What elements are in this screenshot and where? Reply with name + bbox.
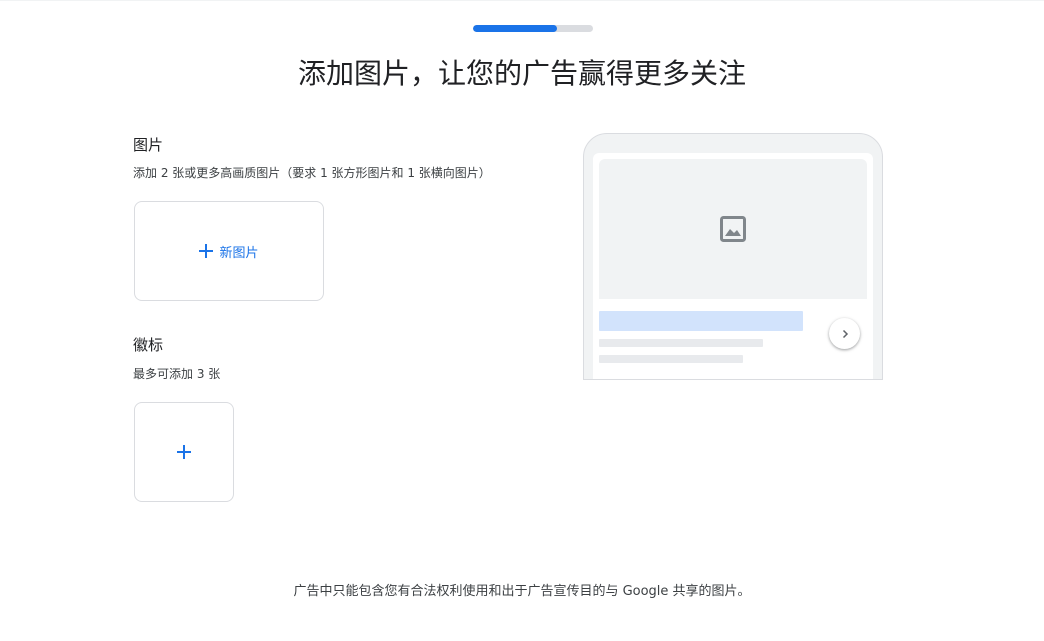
page-title: 添加图片，让您的广告赢得更多关注 (297, 57, 746, 90)
preview-next-button[interactable] (829, 318, 860, 349)
image-setup-page: 添加图片，让您的广告赢得更多关注 图片 添加 2 张或更多高画质图片（要求 1 … (0, 0, 1044, 641)
images-section-title: 图片 (133, 136, 164, 154)
top-divider (0, 0, 1044, 1)
ad-preview-screen (593, 153, 873, 379)
plus-icon (199, 244, 214, 258)
progress-bar-fill (473, 25, 557, 32)
ad-preview-text-bar (599, 355, 743, 363)
ad-preview-image-placeholder (599, 159, 867, 299)
progress-bar (473, 25, 593, 32)
image-icon (720, 216, 746, 242)
logos-section-description: 最多可添加 3 张 (133, 367, 221, 381)
footer-disclaimer: 广告中只能包含您有合法权利使用和出于广告宣传目的与 Google 共享的图片。 (293, 584, 751, 599)
chevron-right-icon (842, 329, 848, 338)
add-image-label: 新图片 (219, 245, 259, 261)
add-image-button[interactable]: 新图片 (134, 201, 324, 301)
add-logo-button[interactable] (134, 402, 234, 502)
plus-icon (177, 445, 191, 459)
images-section-description: 添加 2 张或更多高画质图片（要求 1 张方形图片和 1 张横向图片） (133, 166, 491, 180)
ad-preview-headline-bar (599, 311, 803, 331)
ad-preview-text-bar (599, 339, 763, 347)
logos-section-title: 徽标 (133, 336, 164, 354)
